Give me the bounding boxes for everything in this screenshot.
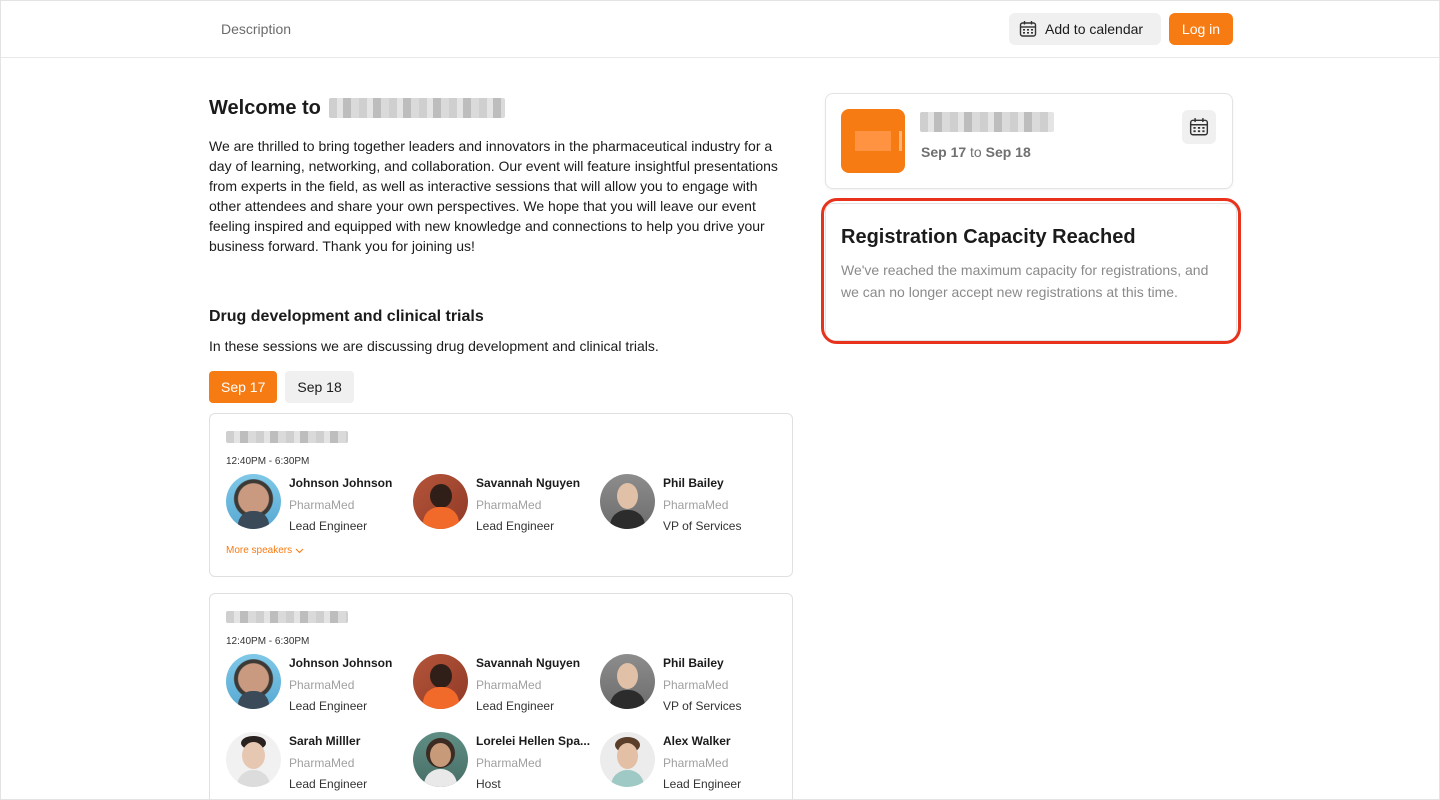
speaker-name: Johnson Johnson [289,656,393,670]
speaker-name: Savannah Nguyen [476,656,581,670]
capacity-message: We've reached the maximum capacity for r… [841,262,1209,300]
add-to-calendar-label: Add to calendar [1045,21,1144,37]
top-bar: Description Add to calendar Log in [1,1,1439,58]
speaker[interactable]: Lorelei Hellen Spa... PharmaMed Host [413,732,600,791]
avatar [413,474,468,529]
speaker-name: Sarah Milller [289,734,361,748]
speaker-name: Savannah Nguyen [476,476,581,490]
session-card[interactable]: 12:40PM - 6:30PM Johnson Johnson PharmaM… [209,413,793,577]
speaker-company: PharmaMed [289,678,355,692]
speaker[interactable]: Johnson Johnson PharmaMed Lead Engineer [226,654,413,713]
redacted-event-name [328,98,505,118]
speaker[interactable]: Sarah Milller PharmaMed Lead Engineer [226,732,413,791]
avatar [226,654,281,709]
tab-sep-17[interactable]: Sep 17 [209,371,278,403]
speaker-company: PharmaMed [663,756,729,770]
speaker-name: Alex Walker [663,734,731,748]
speaker-company: PharmaMed [663,498,729,512]
speaker[interactable]: Johnson Johnson PharmaMed Lead Engineer [226,474,413,533]
calendar-icon [1189,118,1209,136]
speaker-role: VP of Services [663,519,742,533]
avatar [413,654,468,709]
event-end-date: Sep 18 [985,144,1031,160]
session-card[interactable]: 12:40PM - 6:30PM Johnson Johnson PharmaM… [209,593,793,799]
session-time: 12:40PM - 6:30PM [226,636,310,647]
add-to-calendar-button[interactable]: Add to calendar [1009,13,1161,45]
login-button[interactable]: Log in [1169,13,1233,45]
event-description: Welcome to We are thrilled to bring toge… [209,93,793,403]
avatar [413,732,468,787]
more-speakers-label: More speakers [226,545,293,556]
speaker-company: PharmaMed [476,498,542,512]
speaker-role: Lead Engineer [663,777,742,791]
speaker-role: VP of Services [663,699,742,713]
chevron-down-icon [295,548,304,553]
registration-capacity-notice: Registration Capacity Reached We've reac… [825,203,1237,341]
redacted-session-title [226,611,348,623]
speaker-name: Phil Bailey [663,476,724,490]
speaker-role: Lead Engineer [289,519,368,533]
event-logo [841,109,905,173]
avatar [226,732,281,787]
avatar [226,474,281,529]
event-dates: Sep 17 to Sep 18 [921,144,1031,160]
event-summary-card: Sep 17 to Sep 18 [825,93,1233,189]
calendar-icon [1019,21,1037,37]
avatar [600,732,655,787]
event-calendar-button[interactable] [1182,110,1216,144]
speaker-list: Johnson Johnson PharmaMed Lead Engineer … [226,474,776,533]
nav-description-link[interactable]: Description [221,21,291,37]
speaker-company: PharmaMed [476,678,542,692]
speaker-role: Lead Engineer [476,519,555,533]
speaker-role: Host [476,777,501,791]
speaker[interactable]: Phil Bailey PharmaMed VP of Services [600,654,787,713]
more-speakers-toggle[interactable]: More speakers [226,545,776,556]
speaker-name: Johnson Johnson [289,476,393,490]
welcome-prefix: Welcome to [209,96,321,119]
page-frame: Description Add to calendar Log in Welco… [0,0,1440,800]
track-description: In these sessions we are discussing drug… [209,338,659,354]
speaker[interactable]: Phil Bailey PharmaMed VP of Services [600,474,787,533]
event-start-date: Sep 17 [921,144,967,160]
tab-sep-18[interactable]: Sep 18 [285,371,354,403]
avatar [600,474,655,529]
speaker-list: Johnson Johnson PharmaMed Lead Engineer … [226,654,776,791]
speaker[interactable]: Alex Walker PharmaMed Lead Engineer [600,732,787,791]
event-dates-separator: to [970,144,982,160]
session-time: 12:40PM - 6:30PM [226,456,310,467]
speaker-company: PharmaMed [663,678,729,692]
speaker-role: Lead Engineer [289,777,368,791]
speaker-name: Lorelei Hellen Spa... [476,734,591,748]
speaker-role: Lead Engineer [289,699,368,713]
day-tabs: Sep 17 Sep 18 [209,371,793,403]
intro-paragraph: We are thrilled to bring together leader… [209,138,778,254]
speaker-company: PharmaMed [476,756,542,770]
speaker[interactable]: Savannah Nguyen PharmaMed Lead Engineer [413,474,600,533]
speaker-name: Phil Bailey [663,656,724,670]
redacted-session-title [226,431,348,443]
speaker-company: PharmaMed [289,498,355,512]
speaker-company: PharmaMed [289,756,355,770]
track-title: Drug development and clinical trials [209,308,484,325]
speaker-role: Lead Engineer [476,699,555,713]
welcome-heading: Welcome to [209,93,793,123]
speaker[interactable]: Savannah Nguyen PharmaMed Lead Engineer [413,654,600,713]
avatar [600,654,655,709]
capacity-title: Registration Capacity Reached [841,226,1136,248]
redacted-event-title [920,112,1054,132]
